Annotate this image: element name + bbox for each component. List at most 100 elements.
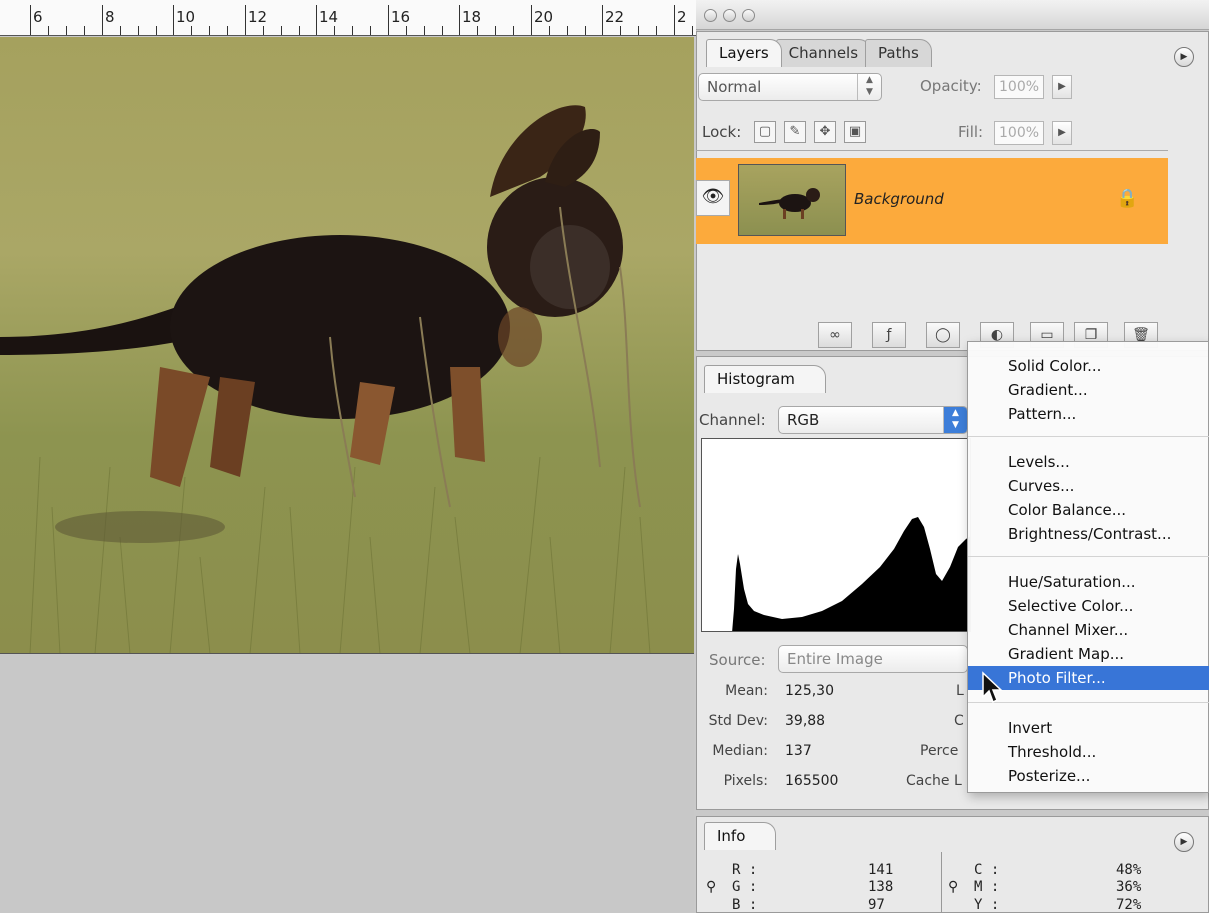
- ruler-minor-tick: [209, 26, 210, 35]
- channel-value: RGB: [787, 411, 820, 429]
- ruler-minor-tick: [156, 26, 157, 35]
- ruler-minor-tick: [281, 26, 282, 35]
- channel-select[interactable]: RGB ▲ ▼: [778, 406, 968, 434]
- menu-item-threshold[interactable]: Threshold...: [968, 740, 1209, 764]
- tab-histogram[interactable]: Histogram: [704, 365, 826, 393]
- ruler-major-tick: [173, 5, 174, 35]
- y-value: 72%: [1116, 897, 1142, 913]
- lock-label: Lock:: [702, 123, 742, 141]
- ruler-major-tick: [388, 5, 389, 35]
- palette-titlebar[interactable]: [696, 0, 1209, 30]
- pixels-label: Pixels:: [723, 773, 768, 789]
- tab-paths[interactable]: Paths: [865, 39, 932, 67]
- ruler-minor-tick: [424, 26, 425, 35]
- pasteboard: [0, 655, 694, 913]
- menu-item-posterize[interactable]: Posterize...: [968, 764, 1209, 788]
- ruler-minor-tick: [370, 26, 371, 35]
- ruler-minor-tick: [495, 26, 496, 35]
- minimize-button[interactable]: [723, 9, 736, 22]
- ruler-minor-tick: [567, 26, 568, 35]
- opacity-field[interactable]: 100%: [994, 75, 1044, 99]
- menu-item-invert[interactable]: Invert: [968, 716, 1209, 740]
- ruler-minor-tick: [656, 26, 657, 35]
- ruler-minor-tick: [227, 26, 228, 35]
- ruler-label: 12: [248, 8, 268, 26]
- ruler-label: 6: [33, 8, 43, 26]
- menu-item-channel-mixer[interactable]: Channel Mixer...: [968, 618, 1209, 642]
- menu-item-curves[interactable]: Curves...: [968, 474, 1209, 498]
- ruler-minor-tick: [352, 26, 353, 35]
- ruler-minor-tick: [513, 26, 514, 35]
- info-panel-tabs: Info: [704, 822, 777, 850]
- layer-name[interactable]: Background: [854, 190, 944, 208]
- ruler-major-tick: [245, 5, 246, 35]
- tab-channels[interactable]: Channels: [775, 39, 872, 67]
- info-divider: [941, 852, 942, 913]
- median-value: 137: [785, 743, 812, 759]
- eyedropper-icon: ⚲: [706, 879, 717, 895]
- ruler-major-tick: [30, 5, 31, 35]
- source-select[interactable]: Entire Image: [778, 645, 968, 673]
- ruler-minor-tick: [263, 26, 264, 35]
- ruler-label: 10: [176, 8, 196, 26]
- opacity-slider-arrow-icon[interactable]: ▶: [1052, 75, 1072, 99]
- updown-arrows-icon: ▲ ▼: [857, 74, 881, 100]
- menu-item-gradient-map[interactable]: Gradient Map...: [968, 642, 1209, 666]
- histogram-panel-tabs: Histogram: [704, 365, 826, 393]
- menu-item-solid-color[interactable]: Solid Color...: [968, 354, 1209, 378]
- visibility-eye-icon[interactable]: 👁: [696, 180, 730, 216]
- info-panel-menu-icon[interactable]: ▶: [1174, 832, 1194, 852]
- layer-lock-icon: 🔒: [1116, 188, 1139, 209]
- ruler-minor-tick: [692, 26, 693, 35]
- fill-label: Fill:: [958, 123, 984, 141]
- lock-position-move-icon[interactable]: ✥: [814, 121, 836, 143]
- cache-level-label-partial: Cache L: [906, 773, 962, 789]
- add-mask-icon[interactable]: ◯: [926, 322, 960, 348]
- lock-transparent-icon[interactable]: ▢: [754, 121, 776, 143]
- menu-item-photo-filter[interactable]: Photo Filter...: [968, 666, 1209, 690]
- ruler-major-tick: [674, 5, 675, 35]
- document-canvas[interactable]: [0, 37, 694, 654]
- tab-info[interactable]: Info: [704, 822, 777, 850]
- histogram-shape: [732, 517, 970, 631]
- lock-all-padlock-icon[interactable]: ▣: [844, 121, 866, 143]
- menu-item-hue-saturation[interactable]: Hue/Saturation...: [968, 570, 1209, 594]
- menu-item-gradient[interactable]: Gradient...: [968, 378, 1209, 402]
- ruler-label: 20: [534, 8, 554, 26]
- tab-layers[interactable]: Layers: [706, 39, 782, 67]
- c-value: 48%: [1116, 862, 1142, 878]
- layers-panel-menu-icon[interactable]: ▶: [1174, 47, 1194, 67]
- close-button[interactable]: [704, 9, 717, 22]
- channel-label: Channel:: [699, 411, 766, 429]
- layer-style-icon[interactable]: ƒ: [872, 322, 906, 348]
- fill-field[interactable]: 100%: [994, 121, 1044, 145]
- menu-item-levels[interactable]: Levels...: [968, 450, 1209, 474]
- lock-image-brush-icon[interactable]: ✎: [784, 121, 806, 143]
- link-layers-icon[interactable]: ∞: [818, 322, 852, 348]
- layer-thumbnail: [738, 164, 846, 236]
- zoom-button[interactable]: [742, 9, 755, 22]
- ruler-label: 16: [391, 8, 411, 26]
- menu-separator: [968, 436, 1209, 437]
- layer-row-background[interactable]: 👁 Background 🔒: [696, 158, 1168, 244]
- g-value: 138: [868, 879, 894, 895]
- menu-item-color-balance[interactable]: Color Balance...: [968, 498, 1209, 522]
- divider: [696, 150, 1168, 151]
- mean-value: 125,30: [785, 683, 834, 699]
- menu-item-pattern[interactable]: Pattern...: [968, 402, 1209, 426]
- source-label: Source:: [709, 651, 766, 669]
- fill-slider-arrow-icon[interactable]: ▶: [1052, 121, 1072, 145]
- mean-label: Mean:: [725, 683, 768, 699]
- ruler-minor-tick: [406, 26, 407, 35]
- eyedropper-icon: ⚲: [948, 879, 959, 895]
- ruler-major-tick: [316, 5, 317, 35]
- ruler-major-tick: [459, 5, 460, 35]
- ruler-major-tick: [602, 5, 603, 35]
- pixels-value: 165500: [785, 773, 839, 789]
- menu-item-selective-color[interactable]: Selective Color...: [968, 594, 1209, 618]
- count-label-partial: C: [954, 713, 964, 729]
- percentile-label-partial: Perce: [920, 743, 959, 759]
- source-value: Entire Image: [787, 650, 883, 668]
- blend-mode-select[interactable]: Normal ▲ ▼: [698, 73, 882, 101]
- menu-item-brightness-contrast[interactable]: Brightness/Contrast...: [968, 522, 1209, 546]
